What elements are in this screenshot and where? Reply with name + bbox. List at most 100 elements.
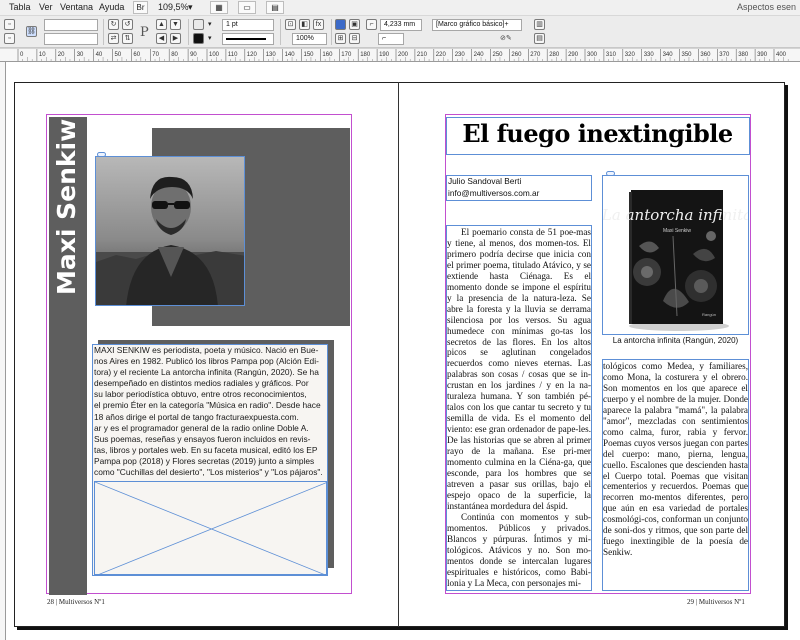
flip-horizontal-icon[interactable]: ⇄: [108, 33, 119, 44]
article-column-1[interactable]: El poemario consta de 51 poe-mas y tiene…: [446, 225, 592, 591]
menu-bar: Tabla Ver Ventana Ayuda Br 109,5% ▾ ▦ ▭ …: [0, 0, 800, 16]
byline-frame[interactable]: Julio Sandoval Berti info@multiversos.co…: [446, 175, 592, 201]
ruler-label: 80: [171, 52, 178, 58]
ruler-label: 100: [209, 52, 220, 58]
select-container-icon[interactable]: ▲: [156, 19, 167, 30]
drop-shadow-icon[interactable]: ◧: [299, 19, 310, 30]
right-folio: 29 | Multiversos Nº1: [687, 598, 745, 606]
menu-ver[interactable]: Ver: [39, 2, 53, 12]
menu-ventana[interactable]: Ventana: [60, 2, 93, 12]
workspace-switcher[interactable]: Aspectos esen: [737, 2, 796, 12]
ruler-label: 60: [133, 52, 140, 58]
ruler-label: 370: [719, 52, 730, 58]
vertical-ruler[interactable]: [0, 62, 6, 640]
select-next-icon[interactable]: ▶: [170, 33, 181, 44]
byline-email: info@multiversos.com.ar: [448, 187, 540, 198]
ruler-label: 0: [20, 52, 24, 58]
zoom-dropdown-icon[interactable]: ▾: [188, 2, 193, 13]
control-panel: ▫ ▫ ⛓ ↻ ↺ ⇄ ⇅ P ▲ ▼ ◀ ▶ ▾ ▾ 1 pt ⊡ ◧ fx …: [0, 16, 800, 48]
columns-icon[interactable]: ▥: [534, 19, 545, 30]
book-cover-illustration: La antorcha infinita Maxi Senkiw Rangún: [603, 176, 749, 334]
ruler-label: 280: [549, 52, 560, 58]
corner-options-icon[interactable]: ⌐: [366, 19, 377, 30]
arrange-documents-icon[interactable]: ▤: [266, 1, 284, 14]
ruler-label: 150: [304, 52, 315, 58]
corner-shape-select[interactable]: ⌐: [378, 33, 404, 45]
col2-paragraph: tológicos como Medea, y familiares, como…: [603, 361, 748, 558]
ruler-label: 220: [436, 52, 447, 58]
select-previous-icon[interactable]: ◀: [156, 33, 167, 44]
book-cover-image[interactable]: La antorcha infinita Maxi Senkiw Rangún: [602, 175, 749, 335]
constrain-proportions-icon[interactable]: ⛓: [26, 26, 37, 37]
article-title[interactable]: El fuego inextingible: [446, 118, 749, 150]
fill-dropdown-icon[interactable]: ▾: [208, 20, 212, 28]
fill-frame-icon[interactable]: ⊟: [349, 33, 360, 44]
reference-point-icon-2[interactable]: ▫: [4, 33, 15, 44]
ruler-label: 320: [625, 52, 636, 58]
ruler-label: 200: [398, 52, 409, 58]
effects-icon[interactable]: fx: [313, 19, 324, 30]
bio-text[interactable]: MAXI SENKIW es periodista, poeta y músic…: [94, 345, 327, 478]
page-spine: [398, 82, 399, 627]
stroke-dropdown-icon[interactable]: ▾: [208, 34, 212, 42]
author-vertical-text: Maxi Senkiw: [52, 118, 81, 295]
left-folio: 28 | Multiversos Nº1: [47, 598, 105, 606]
ruler-label: 400: [776, 52, 787, 58]
ruler-label: 10: [39, 52, 46, 58]
ruler-label: 300: [587, 52, 598, 58]
fill-color-icon[interactable]: [193, 19, 204, 30]
stroke-type-select[interactable]: [222, 33, 274, 45]
menu-ayuda[interactable]: Ayuda: [99, 2, 124, 12]
ruler-label: 160: [322, 52, 333, 58]
ruler-label: 210: [417, 52, 428, 58]
fit-content-icon[interactable]: ▣: [349, 19, 360, 30]
ruler-label: 130: [266, 52, 277, 58]
ruler-label: 230: [455, 52, 466, 58]
screen-mode-icon[interactable]: ▭: [238, 1, 256, 14]
ruler-label: 380: [738, 52, 749, 58]
ruler-label: 350: [682, 52, 693, 58]
bridge-icon[interactable]: Br: [133, 1, 148, 14]
center-content-icon[interactable]: ⊞: [335, 33, 346, 44]
opacity-field[interactable]: 100%: [292, 33, 327, 45]
separator: [188, 19, 189, 45]
stroke-weight-field[interactable]: 1 pt: [222, 19, 274, 31]
ruler-label: 390: [757, 52, 768, 58]
grid-icon[interactable]: ▤: [534, 33, 545, 44]
ruler-label: 190: [379, 52, 390, 58]
y-position-field[interactable]: [44, 33, 98, 45]
corner-size-field[interactable]: 4,233 mm: [380, 19, 422, 31]
separator: [103, 19, 104, 45]
horizontal-ruler[interactable]: 0 10 20 30 40 50 60 70 80 90 100 110 120 130 140 150 160…: [0, 49, 800, 62]
zoom-level[interactable]: 109,5%: [158, 2, 189, 12]
reference-point-icon[interactable]: ▫: [4, 19, 15, 30]
wrap-text-icon[interactable]: ⊡: [285, 19, 296, 30]
menu-tabla[interactable]: Tabla: [9, 2, 31, 12]
separator: [280, 19, 281, 45]
book-caption[interactable]: La antorcha infinita (Rangún, 2020): [602, 336, 749, 346]
x-position-field[interactable]: [44, 19, 98, 31]
book-cover-title: La antorcha infinita: [603, 206, 749, 224]
ruler-label: 170: [341, 52, 352, 58]
ruler-label: 30: [77, 52, 84, 58]
ruler-label: 90: [190, 52, 197, 58]
fit-frame-icon[interactable]: [335, 19, 346, 30]
article-column-2[interactable]: tológicos como Medea, y familiares, como…: [602, 359, 749, 591]
ruler-label: 340: [663, 52, 674, 58]
rotate-icon[interactable]: ↻: [108, 19, 119, 30]
photo-frame-edge: [95, 156, 245, 306]
rotate-ccw-icon[interactable]: ↺: [122, 19, 133, 30]
clear-overrides-icon[interactable]: ⊘✎: [500, 34, 512, 42]
empty-frame-cross: [95, 482, 328, 576]
ruler-label: 110: [228, 52, 238, 58]
flip-vertical-icon[interactable]: ⇅: [122, 33, 133, 44]
empty-graphic-frame[interactable]: [94, 481, 328, 576]
book-cover-author: Maxi Senkiw: [663, 228, 691, 234]
ruler-label: 50: [115, 52, 122, 58]
select-content-icon[interactable]: ▼: [170, 19, 181, 30]
ruler-label: 180: [360, 52, 371, 58]
view-options-icon[interactable]: ▦: [210, 1, 228, 14]
ruler-label: 120: [247, 52, 258, 58]
object-style-select[interactable]: [Marco gráfico básico]+: [432, 19, 522, 31]
stroke-color-icon[interactable]: [193, 33, 204, 44]
